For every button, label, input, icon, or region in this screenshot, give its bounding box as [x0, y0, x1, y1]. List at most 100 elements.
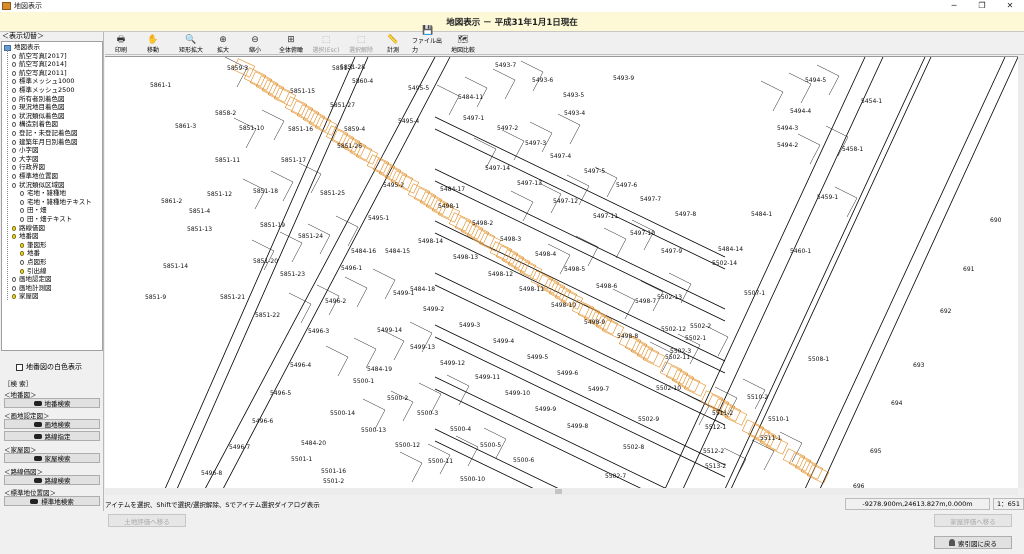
parcel-number-label[interactable]: 5499-8	[567, 423, 588, 430]
parcel-number-label[interactable]: 5495-2	[383, 182, 404, 189]
parcel-number-label[interactable]: 5499-11	[475, 374, 500, 381]
parcel-number-label[interactable]: 5499-5	[527, 354, 548, 361]
parcel-number-label[interactable]: 5502-7	[605, 473, 626, 480]
parcel-number-label[interactable]: 5500-13	[361, 427, 386, 434]
pin-icon[interactable]	[20, 251, 24, 257]
parcel-number-label[interactable]: 5497-11	[593, 213, 618, 220]
parcel-number-label[interactable]: 5496-4	[290, 362, 311, 369]
parcel-number-label[interactable]: 5496-6	[252, 418, 273, 425]
parcel-number-label[interactable]: 5851-25	[320, 190, 345, 197]
parcel-number-label[interactable]: 5493-4	[564, 110, 585, 117]
parcel-number-label[interactable]: 5500-10	[460, 476, 485, 483]
parcel-number-label[interactable]: 5501-2	[323, 478, 344, 485]
house-outline[interactable]	[788, 452, 812, 472]
parcel-number-label[interactable]: 5497-5	[584, 168, 605, 175]
parcel-number-label[interactable]: 5498-3	[500, 236, 521, 243]
parcel-number-label[interactable]: 5493-6	[532, 77, 553, 84]
parcel-number-label[interactable]: 690	[990, 217, 1002, 224]
parcel-number-label[interactable]: 5500-4	[450, 426, 471, 433]
pin-icon[interactable]	[12, 105, 16, 111]
parcel-number-label[interactable]: 5502-10	[656, 385, 681, 392]
parcel-number-label[interactable]: 5495-5	[408, 85, 429, 92]
parcel-number-label[interactable]: 5500-1	[353, 378, 374, 385]
parcel-number-label[interactable]: 5502-11	[665, 354, 690, 361]
pin-icon[interactable]	[12, 182, 16, 188]
parcel-number-label[interactable]: 5498-6	[596, 283, 617, 290]
house-outline[interactable]	[448, 212, 472, 232]
house-outline[interactable]	[630, 340, 654, 360]
land-eval-button[interactable]: 土地評価へ移る	[108, 514, 186, 527]
toolbar-button[interactable]: ⬚ 選択解除	[345, 34, 377, 54]
layer-tree[interactable]: 地図表示 航空写真[2017] 航空写真[2014] 航空写真[2011] 標準メッシュ…	[1, 41, 103, 351]
house-outline[interactable]	[665, 365, 689, 385]
toolbar-button[interactable]: ⊕ 拡大	[211, 34, 235, 54]
parcel-number-label[interactable]: 5500-2	[387, 395, 408, 402]
parcel-number-label[interactable]: 5494-3	[777, 125, 798, 132]
back-to-index-button[interactable]: 索引図に戻る	[934, 536, 1012, 549]
parcel-number-label[interactable]: 5499-3	[459, 322, 480, 329]
maximize-button[interactable]: ❐	[968, 0, 996, 12]
house-outline[interactable]	[548, 282, 572, 302]
pin-icon[interactable]	[12, 113, 16, 119]
house-outline[interactable]	[677, 373, 701, 393]
parcel-number-label[interactable]: 5497-6	[616, 182, 637, 189]
parcel-number-label[interactable]: 5497-13	[517, 180, 542, 187]
parcel-number-label[interactable]: 5484-14	[718, 246, 743, 253]
pin-icon[interactable]	[20, 217, 24, 222]
pin-icon[interactable]	[20, 199, 24, 205]
parcel-number-label[interactable]: 5484-16	[351, 248, 376, 255]
route-search-button[interactable]: 路線検索	[4, 475, 100, 485]
parcel-number-label[interactable]: 5499-7	[588, 386, 609, 393]
parcel-number-label[interactable]: 692	[940, 308, 952, 315]
parcel-number-label[interactable]: 5454-1	[861, 98, 882, 105]
house-outline[interactable]	[267, 83, 291, 103]
pin-icon[interactable]	[20, 268, 24, 274]
parcel-number-label[interactable]: 5851-9	[145, 294, 166, 301]
parcel-number-label[interactable]: 5851-12	[207, 191, 232, 198]
parcel-number-label[interactable]: 5498-8	[617, 333, 638, 340]
house-outline[interactable]	[806, 464, 830, 484]
pin-icon[interactable]	[20, 242, 24, 248]
house-outline[interactable]	[700, 390, 724, 410]
parcel-number-label[interactable]: 694	[891, 400, 903, 407]
parcel-number-label[interactable]: 5494-2	[777, 142, 798, 149]
parcel-number-label[interactable]: 5484-15	[385, 248, 410, 255]
house-outline[interactable]	[636, 344, 660, 364]
parcel-number-label[interactable]: 5502-13	[657, 294, 682, 301]
parcel-number-label[interactable]: 5851-26	[337, 143, 362, 150]
house-outline[interactable]	[800, 460, 824, 480]
parcel-number-label[interactable]: 5512-1	[705, 424, 726, 431]
house-outline[interactable]	[261, 79, 285, 99]
parcel-number-label[interactable]: 5494-4	[790, 108, 811, 115]
toolbar-button[interactable]: 🖶 印刷	[109, 34, 133, 54]
parcel-number-label[interactable]: 5497-3	[525, 140, 546, 147]
parcel-number-label[interactable]: 5458-1	[842, 146, 863, 153]
house-outline[interactable]	[659, 361, 683, 381]
parcel-number-label[interactable]: 5859-4	[344, 126, 365, 133]
parcel-number-label[interactable]: 5484-17	[440, 186, 465, 193]
parcel-number-label[interactable]: 5484-20	[301, 440, 326, 447]
toolbar-button[interactable]: 💾 ファイル出力	[412, 26, 444, 54]
parcel-number-label[interactable]: 5851-28	[340, 64, 365, 71]
parcel-number-label[interactable]: 5860-4	[352, 78, 373, 85]
pin-icon[interactable]	[20, 208, 24, 214]
parcel-number-label[interactable]: 5497-2	[497, 125, 518, 132]
minimize-button[interactable]: ─	[940, 0, 968, 12]
layer-tree-item[interactable]: 家屋図	[12, 292, 39, 301]
parcel-number-label[interactable]: 5499-9	[535, 406, 556, 413]
close-button[interactable]: ✕	[996, 0, 1024, 12]
parcel-number-label[interactable]: 5498-13	[453, 254, 478, 261]
parcel-number-label[interactable]: 5484-19	[367, 366, 392, 373]
route-designate-button[interactable]: 路線指定	[4, 431, 100, 441]
parcel-number-label[interactable]: 5513-2	[705, 463, 726, 470]
parcel-number-label[interactable]: 5484-11	[458, 94, 483, 101]
house-search-button[interactable]: 家屋検索	[4, 453, 100, 463]
parcel-number-label[interactable]: 5851-14	[163, 263, 188, 270]
parcel-number-label[interactable]: 5500-6	[513, 457, 534, 464]
parcel-number-label[interactable]: 5858-2	[215, 110, 236, 117]
pin-icon[interactable]	[12, 225, 16, 231]
house-outline[interactable]	[284, 96, 308, 116]
parcel-number-label[interactable]: 5851-21	[220, 294, 245, 301]
parcel-number-label[interactable]: 5493-9	[613, 75, 634, 82]
white-map-option[interactable]: 地番図の白色表示	[16, 362, 82, 372]
